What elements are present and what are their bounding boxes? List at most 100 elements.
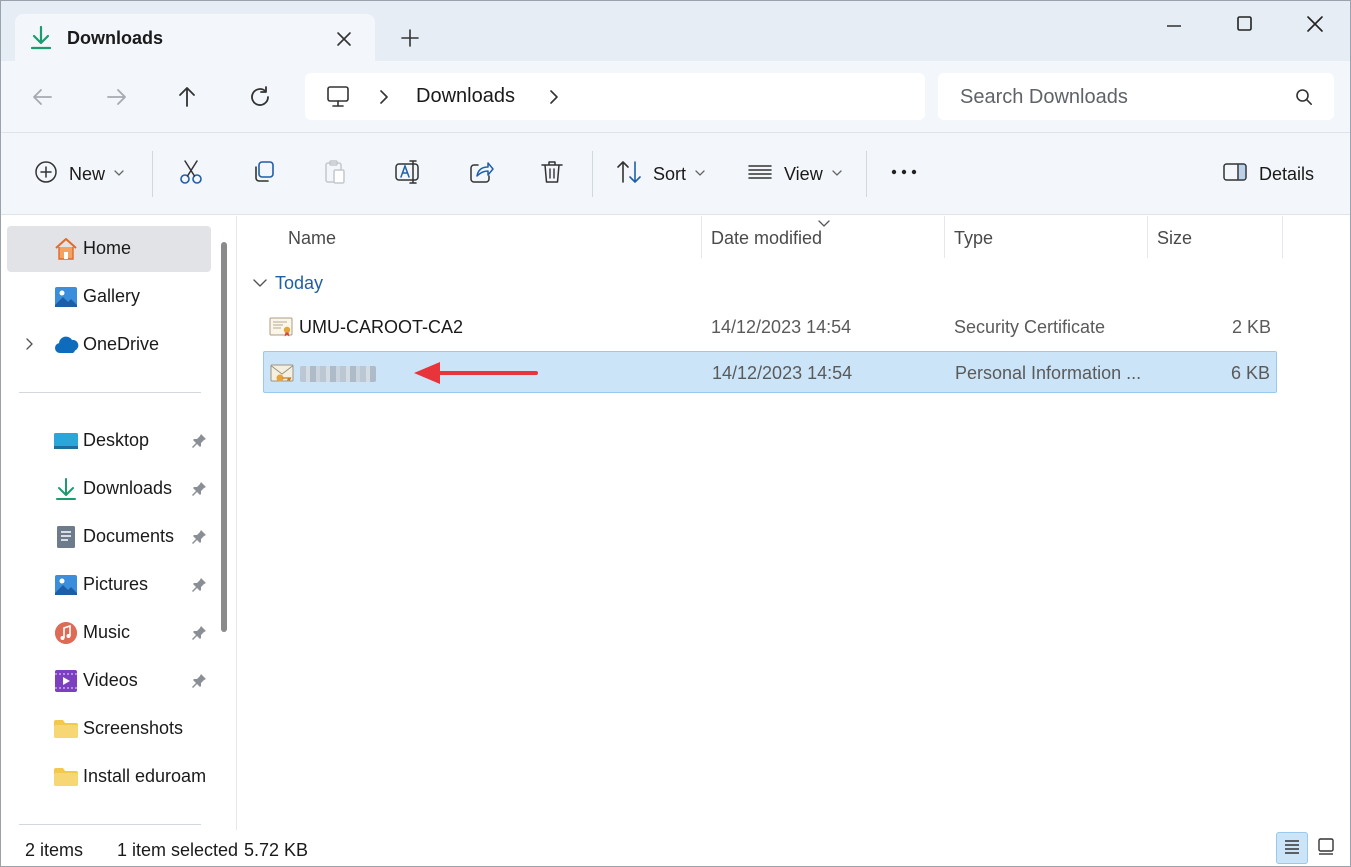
large-icons-view-icon: [1316, 836, 1336, 861]
chevron-right-icon[interactable]: [375, 87, 393, 112]
sidebar-item-label: Gallery: [83, 286, 141, 306]
toolbar-divider: [152, 151, 153, 197]
gallery-icon: [53, 284, 79, 315]
sidebar-scrollbar[interactable]: [218, 242, 230, 632]
file-row-selected[interactable]: 14/12/2023 14:54 Personal Information ..…: [263, 351, 1277, 393]
address-bar[interactable]: Downloads: [305, 73, 925, 120]
column-header-type[interactable]: Type: [945, 216, 1147, 258]
column-header-size[interactable]: Size: [1148, 216, 1282, 258]
breadcrumb-downloads[interactable]: Downloads: [416, 85, 515, 108]
search-placeholder: Search Downloads: [960, 86, 1128, 108]
close-icon[interactable]: [1291, 11, 1337, 41]
plus-icon[interactable]: [397, 25, 423, 51]
refresh-icon[interactable]: [246, 83, 274, 111]
delete-button[interactable]: [538, 159, 566, 189]
minimize-icon[interactable]: [1151, 11, 1197, 41]
column-header-label: Type: [954, 228, 994, 248]
sidebar-item-pictures[interactable]: Pictures: [7, 562, 211, 608]
status-bar: 2 items 1 item selected 5.72 KB: [1, 830, 1350, 866]
rename-button[interactable]: [393, 159, 423, 189]
search-input[interactable]: Search Downloads: [938, 73, 1334, 120]
sort-label: Sort: [653, 163, 687, 184]
sidebar-item-documents[interactable]: Documents: [7, 514, 211, 560]
copy-button[interactable]: [250, 159, 278, 189]
group-header-today[interactable]: Today: [251, 272, 323, 299]
title-bar: Downloads: [1, 1, 1350, 61]
toolbar-divider: [592, 151, 593, 197]
folder-icon: [53, 764, 79, 795]
tab-downloads[interactable]: Downloads: [15, 14, 375, 61]
home-icon: [53, 236, 79, 267]
sidebar-divider: [19, 392, 201, 393]
back-arrow-icon[interactable]: [29, 83, 57, 111]
view-button[interactable]: View: [746, 159, 843, 189]
paste-icon: [321, 158, 349, 191]
scrollbar-thumb[interactable]: [221, 242, 227, 632]
chevron-right-icon[interactable]: [23, 336, 37, 357]
paste-button[interactable]: [321, 159, 349, 189]
new-button[interactable]: New: [33, 159, 125, 189]
item-count: 2 items: [25, 840, 84, 860]
pictures-icon: [53, 572, 79, 603]
file-name: UMU-CAROOT-CA2: [299, 317, 464, 337]
sidebar-divider: [19, 824, 201, 825]
close-icon[interactable]: [331, 26, 357, 52]
pin-icon[interactable]: [191, 433, 207, 454]
selection-count: 1 item selected: [117, 840, 239, 860]
pin-icon[interactable]: [191, 625, 207, 646]
details-label: Details: [1259, 163, 1315, 184]
chevron-down-icon: [113, 165, 125, 183]
sidebar-item-music[interactable]: Music: [7, 610, 211, 656]
file-name-redacted: [300, 366, 376, 382]
column-header-name[interactable]: Name: [239, 216, 701, 258]
chevron-down-icon[interactable]: [251, 279, 269, 298]
file-date: 14/12/2023 14:54: [711, 317, 852, 337]
share-button[interactable]: [467, 159, 495, 189]
file-size: 6 KB: [1230, 363, 1270, 383]
sidebar-item-label: Documents: [83, 526, 175, 546]
search-icon[interactable]: [1294, 87, 1314, 112]
sidebar-item-home[interactable]: Home: [7, 226, 211, 272]
sidebar-item-videos[interactable]: Videos: [7, 658, 211, 704]
maximize-icon[interactable]: [1221, 11, 1267, 41]
file-row[interactable]: UMU-CAROOT-CA2 14/12/2023 14:54 Security…: [263, 306, 1277, 348]
pin-icon[interactable]: [191, 577, 207, 598]
pin-icon[interactable]: [191, 481, 207, 502]
share-icon: [467, 158, 495, 191]
forward-arrow-icon[interactable]: [102, 83, 130, 111]
sort-icon: [615, 158, 643, 191]
delete-icon: [538, 158, 566, 191]
personal-info-icon: [270, 362, 294, 389]
chevron-down-icon: [831, 165, 843, 183]
pin-icon[interactable]: [191, 673, 207, 694]
column-header-date-modified[interactable]: Date modified: [702, 216, 944, 258]
sidebar-item-downloads[interactable]: Downloads: [7, 466, 211, 512]
navigation-pane: Home Gallery OneDrive Desktop Downloads …: [1, 216, 237, 830]
rename-icon: [393, 158, 423, 191]
more-button[interactable]: [889, 159, 919, 189]
file-date: 14/12/2023 14:54: [712, 363, 853, 383]
sidebar-item-onedrive[interactable]: OneDrive: [7, 322, 211, 368]
toolbar-divider: [866, 151, 867, 197]
sidebar-item-screenshots[interactable]: Screenshots: [7, 706, 211, 752]
videos-icon: [53, 668, 79, 699]
computer-icon[interactable]: [325, 84, 351, 115]
sidebar-item-label: OneDrive: [83, 334, 160, 354]
sidebar-item-label: Pictures: [83, 574, 149, 594]
chevron-right-icon[interactable]: [545, 87, 563, 112]
annotation-arrow: [412, 360, 540, 391]
column-separator[interactable]: [1282, 216, 1283, 258]
selection-size: 5.72 KB: [244, 840, 309, 860]
sidebar-item-gallery[interactable]: Gallery: [7, 274, 211, 320]
details-view-button[interactable]: [1276, 832, 1308, 864]
pin-icon[interactable]: [191, 529, 207, 550]
details-button[interactable]: Details: [1221, 159, 1314, 189]
tiles-view-button[interactable]: [1310, 832, 1342, 864]
copy-icon: [250, 158, 278, 191]
cut-button[interactable]: [177, 159, 205, 189]
sidebar-item-install-eduroam[interactable]: Install eduroam: [7, 754, 211, 800]
sidebar-item-desktop[interactable]: Desktop: [7, 418, 211, 464]
up-arrow-icon[interactable]: [173, 83, 201, 111]
music-icon: [53, 620, 79, 651]
sort-button[interactable]: Sort: [615, 159, 706, 189]
